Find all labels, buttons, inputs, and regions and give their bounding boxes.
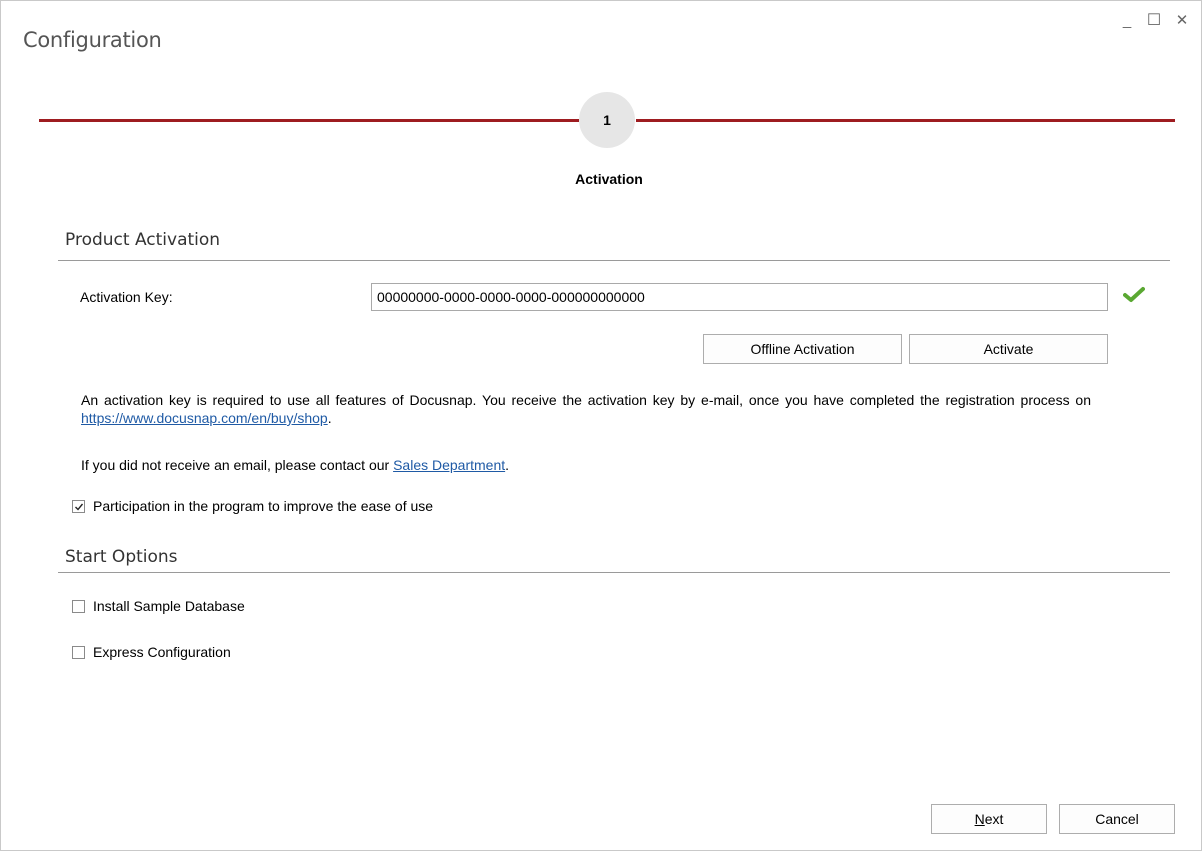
configuration-window: Configuration _ ☐ ✕ 1 Activation Product… [0,0,1202,851]
express-configuration-label[interactable]: Express Configuration [93,644,231,660]
stepper-line-left [39,119,579,122]
window-title: Configuration [23,28,162,52]
product-activation-heading: Product Activation [65,230,221,250]
minimize-button[interactable]: _ [1116,12,1138,30]
activation-info-text-start: An activation key is required to use all… [81,392,1091,408]
start-options-heading: Start Options [65,547,178,567]
shop-link[interactable]: https://www.docusnap.com/en/buy/shop [81,410,328,426]
sales-contact-text-start: If you did not receive an email, please … [81,457,394,473]
checkbox-check-icon [75,503,84,511]
participation-label[interactable]: Participation in the program to improve … [93,498,433,514]
sales-contact-text-end: . [505,457,510,473]
maximize-button[interactable]: ☐ [1143,12,1165,30]
sales-contact-text: If you did not receive an email, please … [81,456,1091,474]
participation-checkbox[interactable] [72,500,85,513]
next-button-label: ext [984,811,1004,827]
activation-info-text: An activation key is required to use all… [81,391,1091,427]
section-divider [58,572,1170,573]
close-button[interactable]: ✕ [1171,12,1193,30]
step-indicator: 1 [579,92,635,148]
activation-key-input[interactable] [371,283,1108,311]
next-button-mnemonic: N [974,811,985,827]
cancel-button[interactable]: Cancel [1059,804,1175,834]
offline-activation-button[interactable]: Offline Activation [703,334,902,364]
step-label: Activation [575,171,643,187]
activation-info-text-end: . [327,410,332,426]
checkmark-icon [1123,286,1145,304]
sales-department-link[interactable]: Sales Department [393,457,505,473]
install-sample-database-label[interactable]: Install Sample Database [93,598,245,614]
install-sample-database-checkbox[interactable] [72,600,85,613]
activate-button[interactable]: Activate [909,334,1108,364]
stepper-line-right [636,119,1175,122]
express-configuration-checkbox[interactable] [72,646,85,659]
section-divider [58,260,1170,261]
next-button[interactable]: Next [931,804,1047,834]
activation-key-label: Activation Key: [80,289,173,305]
